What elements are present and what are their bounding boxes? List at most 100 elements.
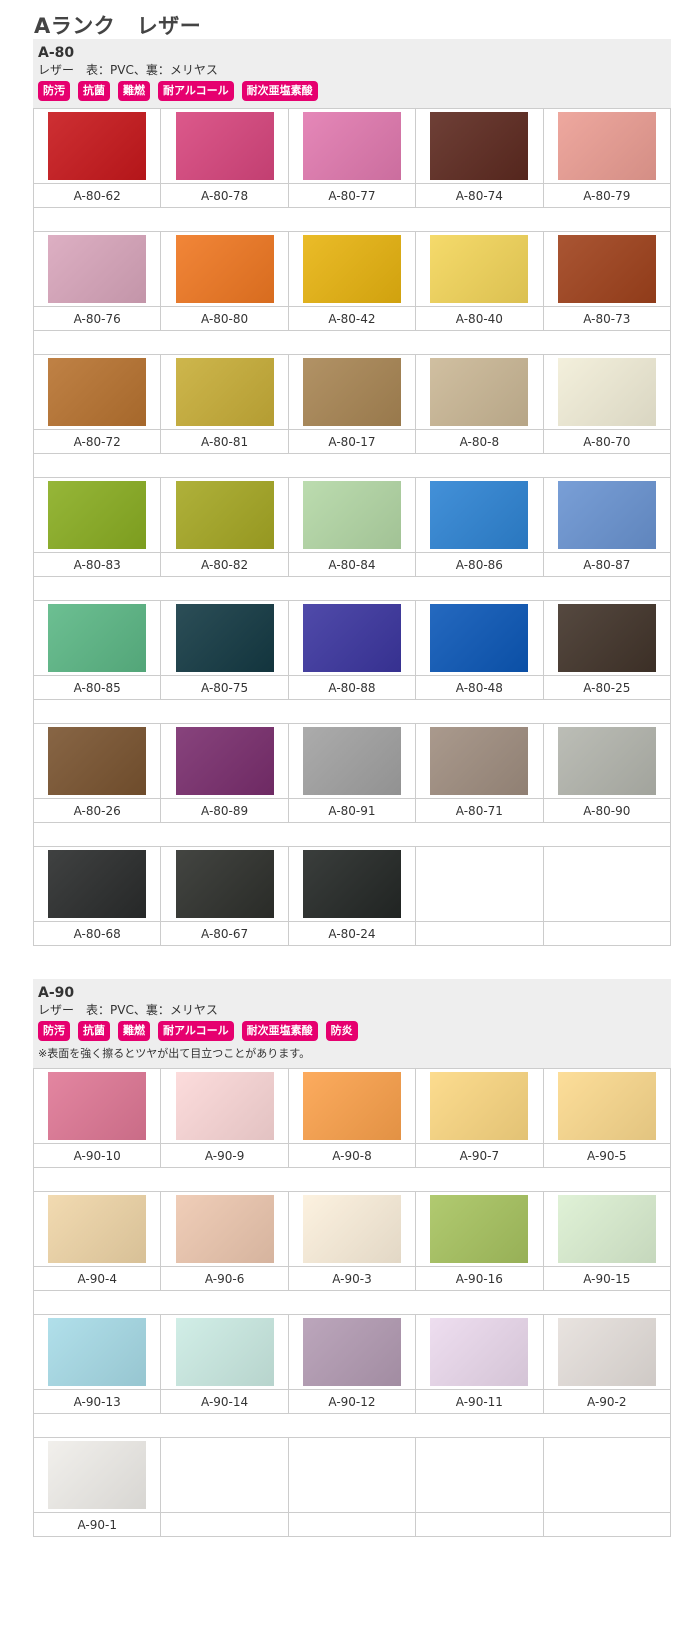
leather-swatch[interactable]	[302, 850, 401, 918]
swatch-cell	[32, 1314, 162, 1390]
leather-swatch[interactable]	[302, 481, 401, 549]
swatch-cell	[160, 231, 289, 307]
leather-swatch[interactable]	[175, 481, 274, 549]
leather-swatch[interactable]	[175, 1318, 274, 1386]
spacer-cell	[33, 576, 671, 601]
leather-swatch[interactable]	[48, 1441, 147, 1509]
leather-swatch[interactable]	[302, 235, 401, 303]
leather-swatch[interactable]	[557, 1318, 656, 1386]
series-section-a80: A-80 レザー 表：PVC、裏：メリヤス 防汚 抗菌 難燃 耐アルコール 耐次…	[32, 39, 672, 946]
series-spec: レザー 表：PVC、裏：メリヤス	[38, 1003, 218, 1017]
feature-tag: 防炎	[325, 1021, 358, 1041]
swatch-cell	[32, 600, 162, 676]
leather-swatch[interactable]	[175, 235, 274, 303]
page-title: Aランク レザー	[34, 14, 202, 38]
leather-swatch[interactable]	[48, 1318, 147, 1386]
swatch-code: A-80-73	[542, 306, 672, 331]
leather-swatch[interactable]	[430, 1195, 529, 1263]
leather-swatch[interactable]	[430, 1318, 529, 1386]
swatch-cell	[542, 1191, 672, 1267]
feature-tags: 防汚 抗菌 難燃 耐アルコール 耐次亜塩素酸 防炎	[38, 1021, 666, 1041]
empty-cell	[542, 921, 672, 946]
swatch-code: A-80-72	[32, 429, 162, 454]
series-header: A-90 レザー 表：PVC、裏：メリヤス 防汚 抗菌 難燃 耐アルコール 耐次…	[33, 979, 671, 1068]
leather-swatch[interactable]	[175, 604, 274, 672]
empty-cell	[415, 921, 544, 946]
leather-swatch[interactable]	[557, 481, 656, 549]
row-spacer	[33, 1167, 671, 1192]
leather-swatch[interactable]	[48, 604, 147, 672]
leather-swatch[interactable]	[430, 481, 529, 549]
leather-swatch[interactable]	[48, 727, 147, 795]
leather-swatch[interactable]	[302, 727, 401, 795]
swatch-cell	[32, 108, 162, 184]
leather-swatch[interactable]	[175, 1072, 274, 1140]
swatch-cell	[287, 108, 417, 184]
leather-swatch[interactable]	[430, 1072, 529, 1140]
leather-swatch[interactable]	[175, 727, 274, 795]
leather-swatch[interactable]	[175, 1195, 274, 1263]
series-title: A-80	[38, 45, 75, 61]
swatch-cell	[160, 723, 289, 799]
swatch-cell	[287, 354, 417, 430]
swatch-label-row: A-90-4 A-90-6 A-90-3 A-90-16 A-90-15	[32, 1266, 672, 1291]
leather-swatch[interactable]	[557, 1195, 656, 1263]
leather-swatch[interactable]	[48, 112, 147, 180]
leather-swatch[interactable]	[430, 604, 529, 672]
swatch-cell	[542, 723, 672, 799]
swatch-code: A-80-75	[160, 675, 289, 700]
swatch-image-row	[32, 1437, 672, 1513]
swatch-cell	[415, 600, 544, 676]
leather-swatch[interactable]	[48, 235, 147, 303]
leather-swatch[interactable]	[557, 727, 656, 795]
leather-swatch[interactable]	[302, 1072, 401, 1140]
spacer-cell	[33, 822, 671, 847]
leather-swatch[interactable]	[302, 604, 401, 672]
swatch-code: A-80-24	[287, 921, 417, 946]
leather-swatch[interactable]	[302, 358, 401, 426]
swatch-cell	[415, 231, 544, 307]
swatch-cell	[32, 231, 162, 307]
swatch-code: A-90-11	[415, 1389, 544, 1414]
leather-swatch[interactable]	[430, 358, 529, 426]
swatch-cell	[32, 477, 162, 553]
swatch-cell	[415, 1068, 544, 1144]
swatch-code: A-80-82	[160, 552, 289, 577]
leather-swatch[interactable]	[557, 358, 656, 426]
row-spacer	[33, 207, 671, 232]
swatch-code: A-80-76	[32, 306, 162, 331]
leather-swatch[interactable]	[48, 1072, 147, 1140]
leather-swatch[interactable]	[430, 727, 529, 795]
leather-swatch[interactable]	[557, 604, 656, 672]
leather-swatch[interactable]	[48, 1195, 147, 1263]
swatch-code: A-90-15	[542, 1266, 672, 1291]
leather-swatch[interactable]	[48, 850, 147, 918]
leather-swatch[interactable]	[48, 358, 147, 426]
leather-swatch[interactable]	[430, 112, 529, 180]
row-spacer	[33, 1290, 671, 1315]
spacer-cell	[33, 1290, 671, 1315]
swatch-code: A-80-48	[415, 675, 544, 700]
leather-swatch[interactable]	[175, 358, 274, 426]
swatch-cell	[287, 231, 417, 307]
row-spacer	[33, 699, 671, 724]
feature-tag: 耐アルコール	[158, 1021, 234, 1041]
swatch-code: A-90-1	[32, 1512, 162, 1537]
row-spacer	[33, 1413, 671, 1438]
leather-swatch[interactable]	[430, 235, 529, 303]
leather-swatch[interactable]	[302, 112, 401, 180]
leather-swatch[interactable]	[557, 235, 656, 303]
leather-swatch[interactable]	[557, 112, 656, 180]
leather-swatch[interactable]	[302, 1318, 401, 1386]
swatch-code: A-80-17	[287, 429, 417, 454]
swatch-cell	[287, 1068, 417, 1144]
series-spec: レザー 表：PVC、裏：メリヤス	[38, 63, 218, 77]
leather-swatch[interactable]	[175, 850, 274, 918]
leather-swatch[interactable]	[557, 1072, 656, 1140]
leather-swatch[interactable]	[48, 481, 147, 549]
leather-swatch[interactable]	[302, 1195, 401, 1263]
swatch-code: A-80-68	[32, 921, 162, 946]
leather-swatch[interactable]	[175, 112, 274, 180]
swatch-cell	[32, 723, 162, 799]
feature-tag: 耐次亜塩素酸	[241, 81, 318, 101]
